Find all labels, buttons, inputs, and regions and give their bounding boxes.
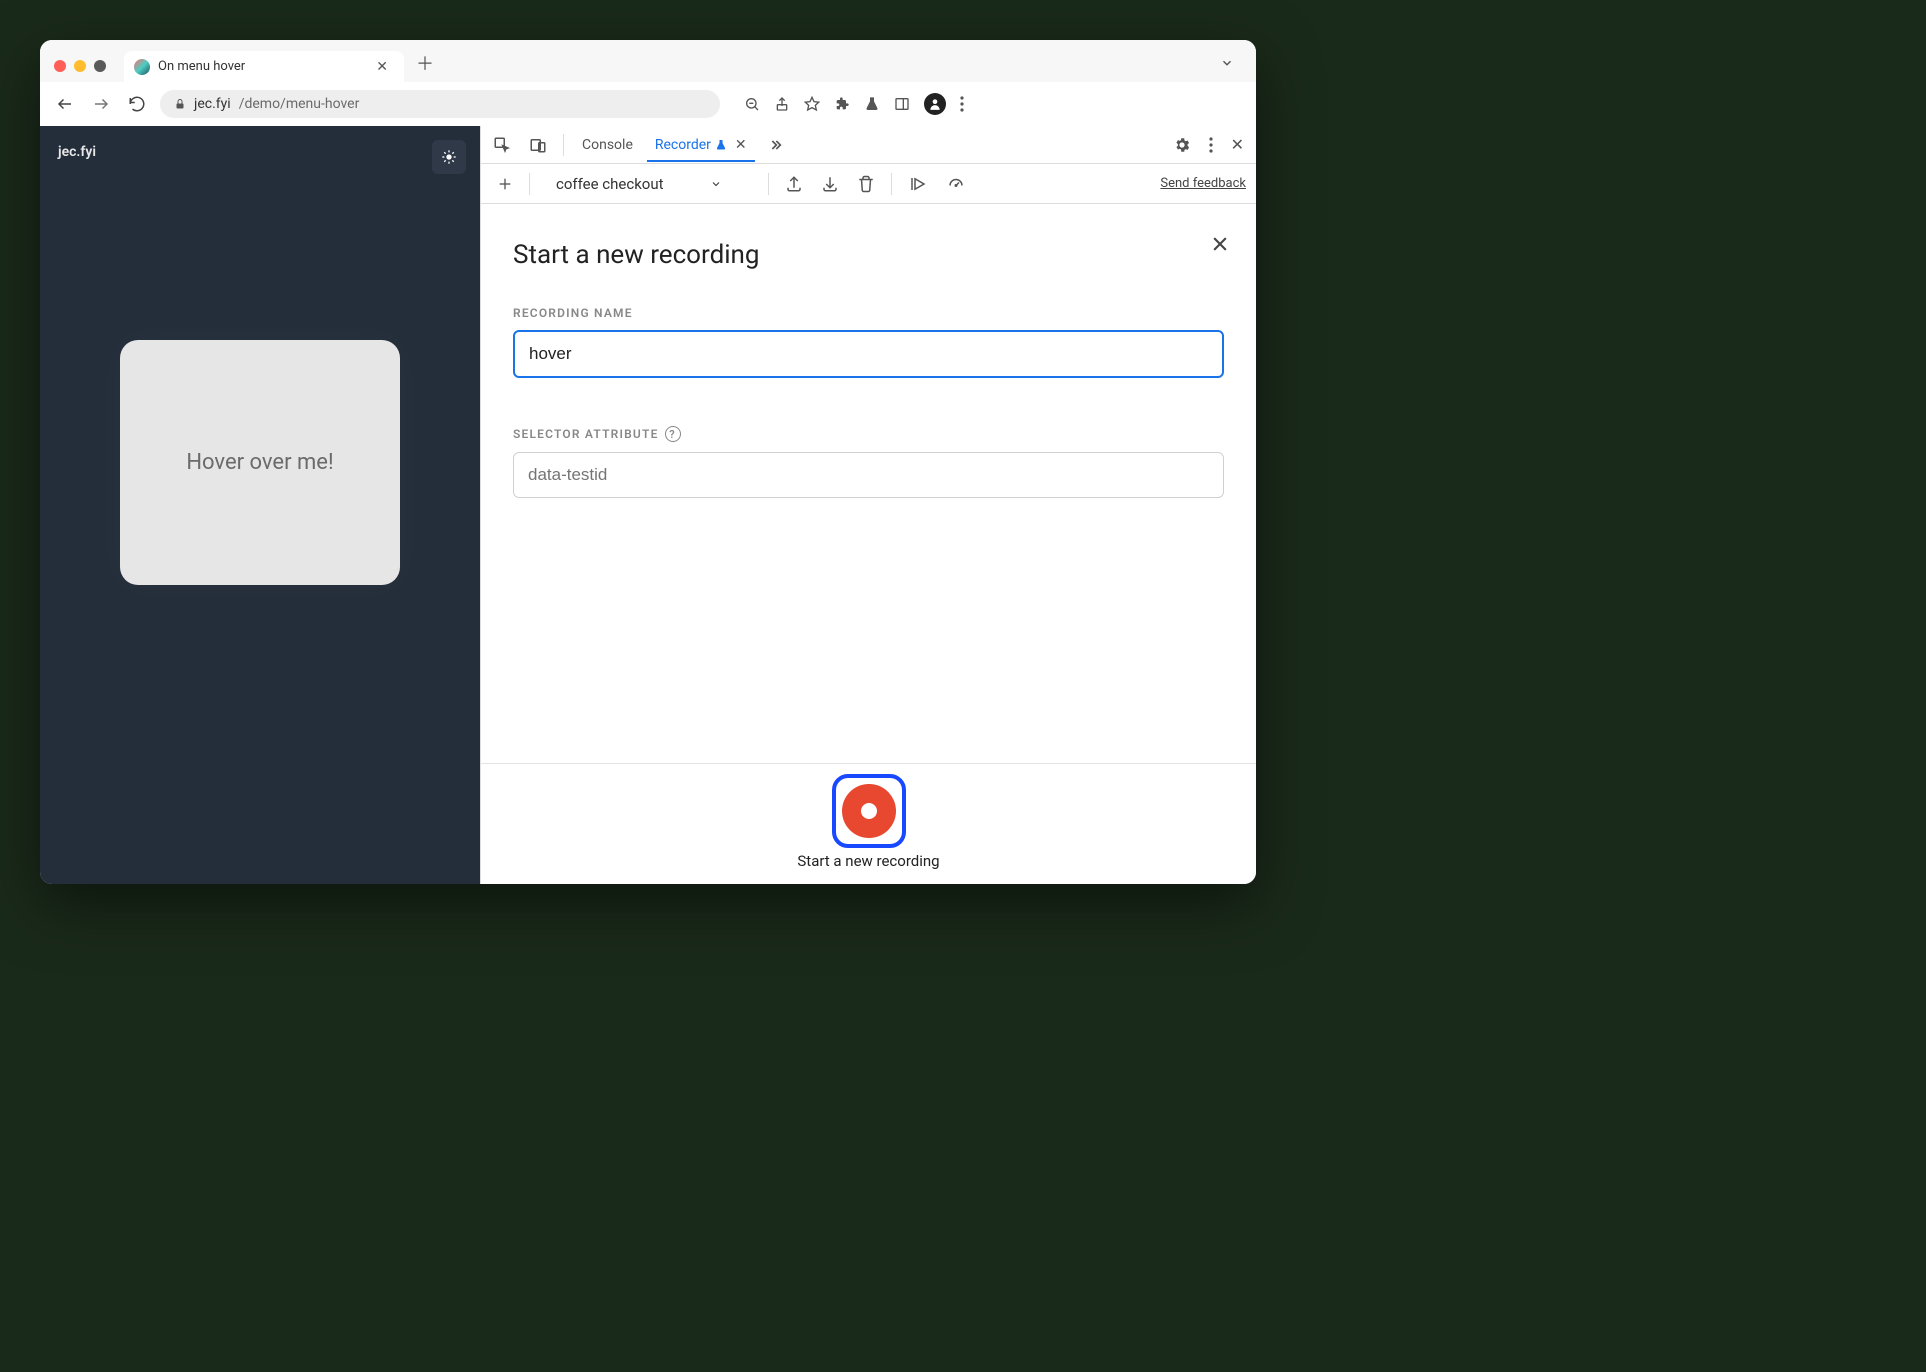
devtools-tabstrip: Console Recorder ✕ ✕ <box>481 126 1256 164</box>
site-brand: jec.fyi <box>58 144 462 160</box>
theme-toggle-button[interactable] <box>432 140 466 174</box>
tab-recorder-label: Recorder <box>655 137 711 153</box>
send-feedback-link[interactable]: Send feedback <box>1160 176 1246 191</box>
webpage: jec.fyi Hover over me! <box>40 126 480 884</box>
reload-button[interactable] <box>124 91 150 117</box>
chrome-menu-button[interactable] <box>960 96 964 112</box>
recording-name-input[interactable] <box>513 330 1224 378</box>
settings-gear-icon[interactable] <box>1167 130 1197 160</box>
favicon-icon <box>134 59 150 75</box>
delete-icon[interactable] <box>851 169 881 199</box>
recording-selector-value: coffee checkout <box>556 175 664 193</box>
omnibar-actions <box>744 93 964 115</box>
selector-attribute-input[interactable] <box>513 452 1224 498</box>
share-icon[interactable] <box>774 96 790 112</box>
devtools-menu-icon[interactable] <box>1203 131 1219 159</box>
device-toggle-icon[interactable] <box>523 130 553 160</box>
panel-title: Start a new recording <box>513 240 1224 270</box>
omnibar: jec.fyi/demo/menu-hover <box>40 82 1256 126</box>
tab-title: On menu hover <box>158 59 370 74</box>
window-minimize-button[interactable] <box>74 60 86 72</box>
flask-icon <box>715 139 727 151</box>
replay-icon[interactable] <box>902 169 934 199</box>
window-close-button[interactable] <box>54 60 66 72</box>
replay-speed-icon[interactable] <box>940 169 972 199</box>
import-icon[interactable] <box>815 169 845 199</box>
tab-recorder[interactable]: Recorder ✕ <box>647 129 755 161</box>
devtools-close-icon[interactable]: ✕ <box>1225 129 1250 160</box>
new-tab-button[interactable]: ＋ <box>416 50 434 76</box>
tab-console[interactable]: Console <box>574 129 641 161</box>
zoom-out-icon[interactable] <box>744 96 760 112</box>
window-maximize-button[interactable] <box>94 60 106 72</box>
bookmark-star-icon[interactable] <box>804 96 820 112</box>
side-panel-icon[interactable] <box>894 96 910 112</box>
new-recording-icon[interactable] <box>491 170 519 198</box>
experiments-flask-icon[interactable] <box>864 96 880 112</box>
start-recording-button[interactable] <box>832 774 906 848</box>
tabs-dropdown-button[interactable] <box>1220 56 1234 70</box>
nav-forward-button[interactable] <box>88 91 114 117</box>
recorder-toolbar: coffee checkout Send feedback <box>481 164 1256 204</box>
browser-window: On menu hover ✕ ＋ jec.fyi/demo/menu-hove… <box>40 40 1256 884</box>
titlebar: On menu hover ✕ ＋ <box>40 40 1256 82</box>
panel-close-button[interactable] <box>1210 234 1230 254</box>
tab-close-icon[interactable]: ✕ <box>735 137 747 153</box>
export-icon[interactable] <box>779 169 809 199</box>
start-recording-label: Start a new recording <box>481 852 1256 870</box>
traffic-lights <box>54 60 106 72</box>
browser-tab[interactable]: On menu hover ✕ <box>124 51 404 83</box>
panel-footer: Start a new recording <box>481 763 1256 884</box>
profile-avatar[interactable] <box>924 93 946 115</box>
recording-name-label: RECORDING NAME <box>513 306 1224 320</box>
extensions-icon[interactable] <box>834 96 850 112</box>
selector-attribute-label: SELECTOR ATTRIBUTE ? <box>513 426 1224 442</box>
content-area: jec.fyi Hover over me! Console Recorder … <box>40 126 1256 884</box>
url-path: /demo/menu-hover <box>239 96 360 112</box>
inspect-element-icon[interactable] <box>487 130 517 160</box>
address-bar[interactable]: jec.fyi/demo/menu-hover <box>160 90 720 118</box>
new-recording-panel: Start a new recording RECORDING NAME SEL… <box>481 204 1256 763</box>
lock-icon <box>174 97 186 111</box>
tab-close-button[interactable]: ✕ <box>370 59 394 75</box>
devtools-panel: Console Recorder ✕ ✕ coffee checkout <box>480 126 1256 884</box>
help-icon[interactable]: ? <box>665 426 681 442</box>
more-tabs-icon[interactable] <box>761 131 789 159</box>
url-host: jec.fyi <box>194 96 231 112</box>
record-icon <box>842 784 896 838</box>
hover-card[interactable]: Hover over me! <box>120 340 400 585</box>
recording-selector[interactable]: coffee checkout <box>550 171 728 197</box>
nav-back-button[interactable] <box>52 91 78 117</box>
